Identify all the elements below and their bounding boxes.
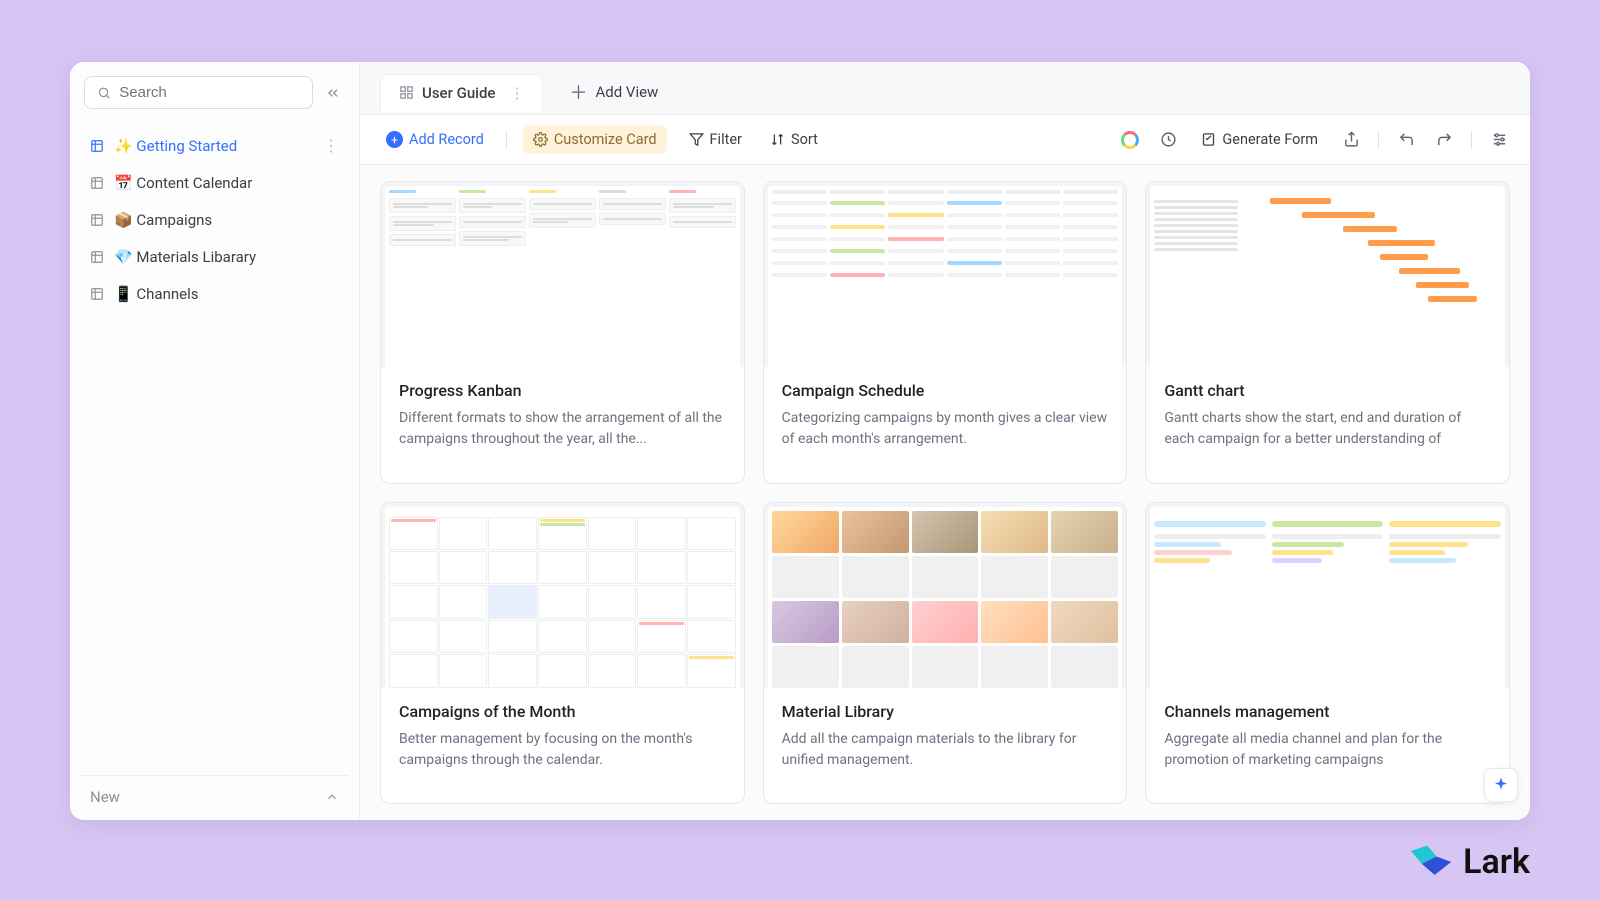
card-preview	[381, 182, 744, 367]
more-icon[interactable]: ⋮	[323, 136, 339, 155]
settings-button[interactable]	[1488, 129, 1510, 151]
form-icon	[1201, 132, 1216, 147]
circle-plus-icon: +	[386, 131, 403, 148]
settings-icon	[1491, 131, 1508, 148]
sidebar-item-label: 📅 Content Calendar	[114, 174, 252, 192]
divider	[1471, 131, 1472, 149]
color-ring-icon	[1121, 131, 1139, 149]
toolbar: + Add Record Customize Card Filter Sort	[360, 115, 1530, 165]
tabs-bar: User Guide ⋮ ＋ Add View	[360, 62, 1530, 115]
add-view-label: Add View	[595, 83, 658, 101]
card-description: Categorizing campaigns by month gives a …	[782, 408, 1109, 450]
redo-button[interactable]	[1433, 129, 1455, 151]
table-icon	[90, 176, 104, 190]
card-description: Gantt charts show the start, end and dur…	[1164, 408, 1491, 450]
share-icon	[1343, 131, 1360, 148]
filter-icon	[689, 132, 704, 147]
refresh-button[interactable]	[1157, 129, 1179, 151]
table-icon	[90, 139, 104, 153]
table-icon	[90, 213, 104, 227]
divider	[1378, 131, 1379, 149]
new-button-label: New	[90, 788, 120, 806]
ai-assistant-fab[interactable]	[1484, 768, 1518, 802]
card-gantt-chart[interactable]: Gantt chart Gantt charts show the start,…	[1145, 181, 1510, 484]
customize-card-button[interactable]: Customize Card	[523, 125, 667, 154]
card-preview	[1146, 503, 1509, 688]
app-window: ✨ Getting Started ⋮ 📅 Content Calendar ⋮…	[70, 62, 1530, 820]
sparkle-icon	[1492, 776, 1510, 794]
sidebar-item-materials-library[interactable]: 💎 Materials Libarary ⋮	[80, 238, 349, 275]
card-preview	[1146, 182, 1509, 367]
card-preview	[764, 503, 1127, 688]
nav-list: ✨ Getting Started ⋮ 📅 Content Calendar ⋮…	[80, 127, 349, 775]
sidebar-item-content-calendar[interactable]: 📅 Content Calendar ⋮	[80, 164, 349, 201]
lark-mark-icon	[1409, 843, 1453, 881]
sort-icon	[770, 132, 785, 147]
card-title: Material Library	[782, 702, 1109, 721]
table-icon	[90, 287, 104, 301]
card-preview	[381, 503, 744, 688]
add-record-label: Add Record	[409, 131, 484, 148]
more-icon[interactable]: ⋮	[509, 84, 524, 102]
chevron-up-icon	[325, 790, 339, 804]
sidebar-item-channels[interactable]: 📱 Channels ⋮	[80, 275, 349, 312]
search-icon	[97, 85, 111, 101]
card-progress-kanban[interactable]: Progress Kanban Different formats to sho…	[380, 181, 745, 484]
divider	[506, 131, 507, 149]
sidebar-item-campaigns[interactable]: 📦 Campaigns ⋮	[80, 201, 349, 238]
main-content: User Guide ⋮ ＋ Add View + Add Record Cus…	[360, 62, 1530, 820]
sidebar-item-label: ✨ Getting Started	[114, 137, 237, 155]
sidebar-item-label: 📦 Campaigns	[114, 211, 212, 229]
sidebar-item-label: 💎 Materials Libarary	[114, 248, 256, 266]
collapse-sidebar-button[interactable]	[321, 81, 345, 105]
card-description: Better management by focusing on the mon…	[399, 729, 726, 771]
sidebar: ✨ Getting Started ⋮ 📅 Content Calendar ⋮…	[70, 62, 360, 820]
tab-label: User Guide	[422, 84, 495, 102]
search-input[interactable]	[119, 84, 300, 101]
refresh-icon	[1160, 131, 1177, 148]
add-view-button[interactable]: ＋ Add View	[551, 70, 676, 114]
undo-icon	[1398, 131, 1415, 148]
card-material-library[interactable]: Material Library Add all the campaign ma…	[763, 502, 1128, 805]
card-title: Gantt chart	[1164, 381, 1491, 400]
customize-card-label: Customize Card	[554, 131, 657, 148]
add-record-button[interactable]: + Add Record	[380, 126, 490, 153]
table-icon	[90, 250, 104, 264]
card-campaign-schedule[interactable]: Campaign Schedule Categorizing campaigns…	[763, 181, 1128, 484]
card-title: Campaign Schedule	[782, 381, 1109, 400]
search-box[interactable]	[84, 76, 313, 109]
sidebar-footer[interactable]: New	[80, 775, 349, 806]
generate-form-button[interactable]: Generate Form	[1195, 126, 1324, 153]
card-title: Campaigns of the Month	[399, 702, 726, 721]
chevron-double-left-icon	[325, 85, 341, 101]
undo-button[interactable]	[1395, 129, 1417, 151]
card-preview	[764, 182, 1127, 367]
filter-button[interactable]: Filter	[683, 126, 748, 153]
share-button[interactable]	[1340, 129, 1362, 151]
tab-user-guide[interactable]: User Guide ⋮	[380, 74, 543, 112]
gear-icon	[533, 132, 548, 147]
filter-label: Filter	[710, 131, 742, 148]
card-description: Different formats to show the arrangemen…	[399, 408, 726, 450]
plus-icon: ＋	[569, 79, 587, 105]
brand-name: Lark	[1463, 842, 1530, 882]
sort-label: Sort	[791, 131, 818, 148]
card-title: Progress Kanban	[399, 381, 726, 400]
redo-icon	[1436, 131, 1453, 148]
card-channels-management[interactable]: Channels management Aggregate all media …	[1145, 502, 1510, 805]
sidebar-item-label: 📱 Channels	[114, 285, 199, 303]
card-description: Aggregate all media channel and plan for…	[1164, 729, 1491, 771]
lark-logo: Lark	[1409, 842, 1530, 882]
sort-button[interactable]: Sort	[764, 126, 824, 153]
card-title: Channels management	[1164, 702, 1491, 721]
card-description: Add all the campaign materials to the li…	[782, 729, 1109, 771]
gallery-view-icon	[399, 85, 414, 100]
color-theme-button[interactable]	[1119, 129, 1141, 151]
card-grid: Progress Kanban Different formats to sho…	[360, 165, 1530, 820]
sidebar-item-getting-started[interactable]: ✨ Getting Started ⋮	[80, 127, 349, 164]
generate-form-label: Generate Form	[1222, 131, 1318, 148]
card-campaigns-of-month[interactable]: Campaigns of the Month Better management…	[380, 502, 745, 805]
